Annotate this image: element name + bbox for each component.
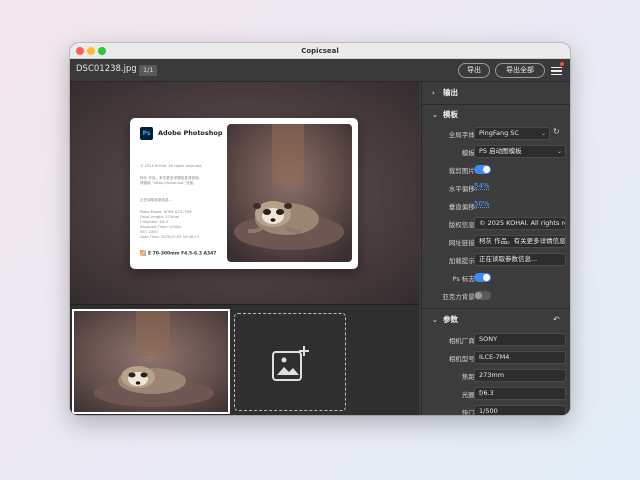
loading-text: 正在读取参数信息... — [140, 198, 173, 202]
camera-make-input[interactable]: SONY — [474, 333, 566, 346]
output-section-header[interactable]: › 输出 — [422, 83, 570, 103]
refresh-icon[interactable]: ↻ — [553, 127, 560, 136]
url-label: 网址链接: — [448, 239, 477, 247]
photoshop-logo-icon: Ps — [140, 127, 153, 140]
minimize-window-button[interactable] — [87, 47, 95, 55]
add-image-slot[interactable] — [234, 313, 346, 411]
focal-length-input[interactable]: 273mm — [474, 369, 566, 382]
camera-model-label: 相机型号: — [448, 355, 477, 363]
image-thumbnail[interactable] — [72, 309, 230, 414]
reset-icon[interactable]: ↶ — [553, 315, 560, 324]
copyright-text: © 2025 KOHAI. All rights reserved. — [140, 164, 203, 168]
app-name-text: Adobe Photoshop — [158, 129, 223, 137]
close-window-button[interactable] — [76, 47, 84, 55]
lens-info: E 70-300mm F4.5-6.3 A347 — [140, 250, 216, 257]
photoshop-splash-card: Ps Adobe Photoshop © 2025 KOHAI. All rig… — [130, 118, 358, 269]
notification-dot — [560, 62, 564, 66]
loading-hint-label: 加载提示: — [448, 257, 477, 265]
chevron-down-icon: ⌄ — [432, 316, 438, 324]
add-image-icon — [272, 346, 309, 381]
acrylic-bg-toggle[interactable] — [474, 291, 491, 300]
acrylic-bg-label: 亚克力背景: — [442, 293, 477, 301]
copyright-label: 版权信息: — [448, 221, 477, 229]
font-select[interactable]: PingFang SC ⌄ — [474, 127, 550, 140]
exif-line: Date Time: 2025:07:05 10:08:23 — [140, 235, 199, 239]
template-select[interactable]: PS 启动图模板 ⌄ — [474, 145, 566, 158]
loading-hint-input[interactable]: 正在读取参数信息... — [474, 253, 566, 266]
ps-logo-toggle[interactable] — [474, 273, 491, 282]
export-all-button[interactable]: 导出全部 — [495, 63, 545, 78]
lens-brand-icon — [140, 250, 146, 256]
shutter-input[interactable]: 1/500 — [474, 405, 566, 415]
chevron-down-icon: ⌄ — [540, 130, 546, 137]
crop-toggle[interactable] — [474, 165, 491, 174]
window-title: Copicseal — [301, 47, 339, 55]
toolbar: DSC01238.jpg 1/1 导出 导出全部 — [70, 59, 570, 82]
thumbnail-strip — [70, 304, 419, 415]
font-label: 全局字体: — [448, 131, 477, 139]
horizontal-offset-value[interactable]: 54% — [474, 182, 490, 190]
vertical-offset-value[interactable]: 50% — [474, 200, 490, 208]
maximize-window-button[interactable] — [98, 47, 106, 55]
preview-canvas: Ps Adobe Photoshop © 2025 KOHAI. All rig… — [70, 82, 419, 304]
hamburger-menu-icon[interactable] — [551, 67, 562, 75]
image-count-badge: 1/1 — [139, 65, 158, 76]
copyright-input[interactable]: © 2025 KOHAI. All rights reserved. — [474, 217, 566, 230]
divider — [422, 308, 570, 309]
filename-label: DSC01238.jpg — [76, 64, 137, 74]
settings-panel: › 输出 ⌄ 模板 全局字体: PingFang SC ⌄ ↻ 模板: PS 启… — [421, 82, 570, 415]
camera-model-input[interactable]: ILCE-7M4 — [474, 351, 566, 364]
lens-text: E 70-300mm F4.5-6.3 A347 — [148, 251, 217, 257]
vertical-offset-label: 垂直偏移: — [448, 203, 477, 211]
export-button[interactable]: 导出 — [458, 63, 490, 78]
meerkat-photo — [227, 124, 352, 262]
camera-make-label: 相机厂商: — [448, 337, 477, 345]
title-bar: Copicseal — [70, 43, 570, 59]
crop-label: 裁剪图片: — [448, 167, 477, 175]
chevron-down-icon: ⌄ — [556, 148, 562, 155]
template-section-header[interactable]: ⌄ 模板 — [422, 105, 570, 125]
params-section-header[interactable]: ⌄ 参数 — [422, 310, 570, 330]
description-text-2: 请链接 "https://kohai.top" 页面。 — [140, 181, 197, 185]
url-input[interactable]: 柯灰 作品。有关更多详情信息请参阅 — [474, 235, 566, 248]
aperture-input[interactable]: f/6.3 — [474, 387, 566, 400]
app-window: Copicseal DSC01238.jpg 1/1 导出 导出全部 Ps Ad… — [70, 43, 570, 415]
horizontal-offset-label: 水平偏移: — [448, 185, 477, 193]
chevron-right-icon: › — [432, 89, 435, 97]
chevron-down-icon: ⌄ — [432, 111, 438, 119]
